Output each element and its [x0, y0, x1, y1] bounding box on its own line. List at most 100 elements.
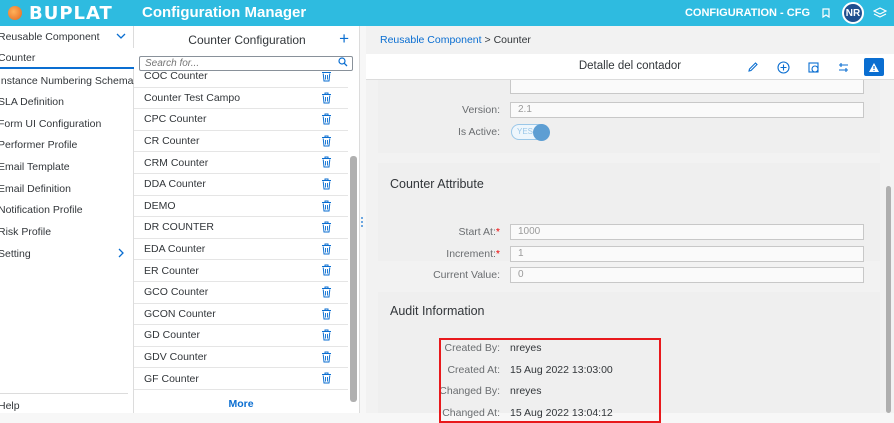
delete-icon[interactable]	[321, 372, 332, 384]
list-title: Counter Configuration	[188, 33, 306, 47]
add-circle-icon[interactable]	[774, 58, 792, 76]
list-item[interactable]: ER Counter	[134, 260, 348, 282]
delete-icon[interactable]	[321, 113, 332, 125]
list-item[interactable]: Counter Test Campo	[134, 88, 348, 110]
delete-icon[interactable]	[321, 243, 332, 255]
list-item[interactable]: CRM Counter	[134, 152, 348, 174]
delete-icon[interactable]	[321, 351, 332, 363]
nav-item-instance-numbering-schema[interactable]: Instance Numbering Schema	[0, 70, 134, 91]
start-at-field: 1000	[510, 224, 864, 240]
delete-icon[interactable]	[321, 92, 332, 104]
search-icon[interactable]	[338, 57, 348, 70]
delete-icon[interactable]	[321, 308, 332, 320]
detail-scrollbar[interactable]	[886, 186, 891, 413]
nav-item-counter[interactable]: Counter	[0, 48, 134, 69]
toggle-knob	[533, 124, 550, 141]
list-item[interactable]: GCO Counter	[134, 282, 348, 304]
nav-item-risk-profile[interactable]: Risk Profile	[0, 221, 134, 242]
counter-master-list: Counter Configuration + COC Counter Count…	[134, 26, 360, 413]
delete-icon[interactable]	[321, 286, 332, 298]
shell-bar: BUPLAT Configuration Manager CONFIGURATI…	[0, 0, 894, 26]
nav-item-email-template[interactable]: Email Template	[0, 156, 134, 177]
list-item-label: GD Counter	[144, 329, 201, 342]
list-item-label: DEMO	[144, 199, 176, 212]
list-item[interactable]: EDA Counter	[134, 239, 348, 261]
list-item[interactable]: CPC Counter	[134, 109, 348, 131]
increment-field: 1	[510, 246, 864, 262]
list-item-label: EDA Counter	[144, 243, 206, 256]
nav-item-setting[interactable]: Setting	[0, 243, 134, 264]
breadcrumb-link-reusable-component[interactable]: Reusable Component	[380, 34, 482, 46]
nav-item-sla-definition[interactable]: SLA Definition	[0, 91, 134, 112]
edit-icon[interactable]	[744, 58, 762, 76]
list-item[interactable]: GD Counter	[134, 325, 348, 347]
list-item[interactable]: DEMO	[134, 196, 348, 218]
search-input[interactable]	[140, 57, 330, 70]
nav-item-label: Form UI Configuration	[0, 117, 102, 130]
search-field[interactable]	[139, 56, 353, 71]
breadcrumb-current: Counter	[493, 34, 531, 46]
list-item-label: Counter Test Campo	[144, 91, 241, 104]
nav-item-help[interactable]: Help	[0, 398, 134, 413]
name-field	[510, 80, 864, 94]
warning-icon[interactable]	[864, 58, 884, 76]
list-item[interactable]: DDA Counter	[134, 174, 348, 196]
list-item-label: GCON Counter	[144, 307, 216, 320]
more-button[interactable]: More	[134, 398, 348, 410]
history-icon[interactable]	[804, 58, 822, 76]
context-label[interactable]: CONFIGURATION - CFG	[685, 7, 810, 19]
list-item[interactable]: COC Counter	[134, 72, 348, 88]
breadcrumb-separator: >	[484, 34, 491, 46]
delete-icon[interactable]	[321, 156, 332, 168]
nav-divider	[0, 393, 128, 394]
list-item-label: ER Counter	[144, 264, 199, 277]
chevron-down-icon	[116, 29, 126, 44]
nav-item-reusable-component[interactable]: Reusable Component	[0, 26, 134, 47]
nav-item-label: Counter	[0, 51, 36, 64]
logo-icon	[8, 6, 22, 20]
delete-icon[interactable]	[321, 264, 332, 276]
list-item-label: DR COUNTER	[144, 221, 214, 234]
add-icon[interactable]: +	[339, 30, 349, 48]
delete-icon[interactable]	[321, 135, 332, 147]
list-item[interactable]: DR COUNTER	[134, 217, 348, 239]
notification-icon[interactable]	[818, 5, 834, 21]
is-active-label: Is Active:	[457, 126, 500, 138]
chevron-right-icon	[116, 246, 126, 261]
breadcrumb: Reusable Component > Counter	[380, 34, 531, 46]
list-item-label: DDA Counter	[144, 178, 206, 191]
list-item-label: GDV Counter	[144, 351, 208, 364]
delete-icon[interactable]	[321, 178, 332, 190]
list-item[interactable]: GDV Counter	[134, 347, 348, 369]
app-logo[interactable]: BUPLAT	[8, 3, 113, 24]
current-value-label: Current Value:	[433, 269, 500, 281]
list-scrollbar[interactable]	[350, 156, 357, 402]
nav-item-performer-profile[interactable]: Performer Profile	[0, 134, 134, 155]
nav-item-form-ui-configuration[interactable]: Form UI Configuration	[0, 113, 134, 134]
counter-attribute-heading: Counter Attribute	[390, 177, 484, 191]
delete-icon[interactable]	[321, 72, 332, 82]
delete-icon[interactable]	[321, 329, 332, 341]
version-field: 2.1	[510, 102, 864, 118]
nav-item-label: Notification Profile	[0, 203, 83, 216]
audit-highlight-box	[439, 338, 661, 423]
list-item-label: GF Counter	[144, 372, 199, 385]
hierarchy-icon[interactable]	[834, 58, 852, 76]
list-item[interactable]: GF Counter	[134, 368, 348, 390]
user-avatar[interactable]: NR	[842, 2, 864, 24]
nav-item-label: Instance Numbering Schema	[0, 74, 134, 87]
toggle-text: YES	[517, 127, 534, 136]
list-item[interactable]: GCON Counter	[134, 304, 348, 326]
delete-icon[interactable]	[321, 221, 332, 233]
list-item[interactable]: CR Counter	[134, 131, 348, 153]
list-item-label: GCO Counter	[144, 286, 209, 299]
counter-list: COC Counter Counter Test Campo CPC Counter…	[134, 72, 348, 396]
audit-heading: Audit Information	[390, 304, 485, 318]
list-item-label: COC Counter	[144, 72, 208, 83]
nav-item-label: Email Template	[0, 160, 70, 173]
nav-item-email-definition[interactable]: Email Definition	[0, 178, 134, 199]
is-active-toggle[interactable]: YES	[511, 124, 550, 141]
delete-icon[interactable]	[321, 200, 332, 212]
layers-icon[interactable]	[872, 5, 888, 21]
nav-item-notification-profile[interactable]: Notification Profile	[0, 199, 134, 220]
